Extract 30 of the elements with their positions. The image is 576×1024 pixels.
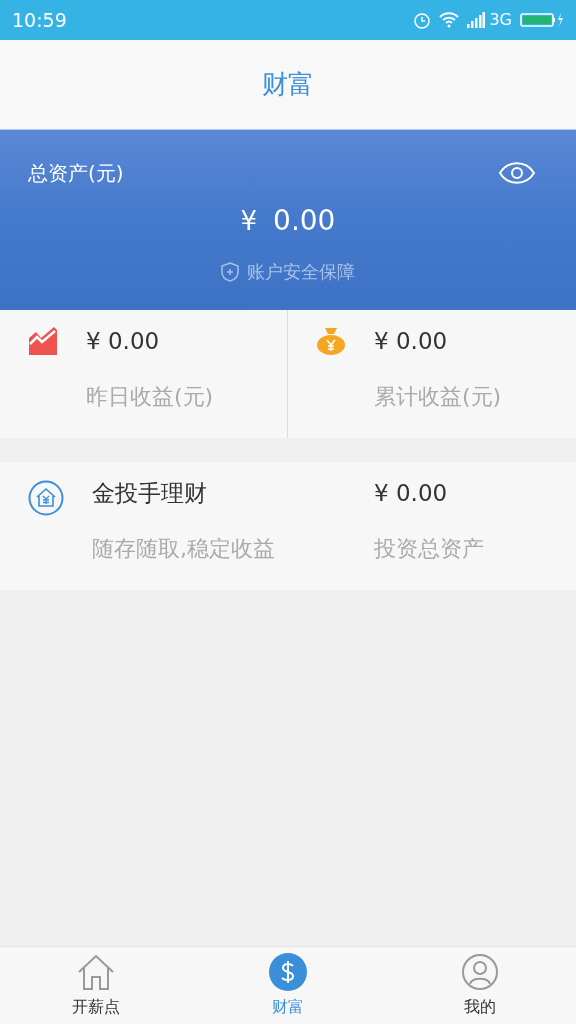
security-note: 账户安全保障: [247, 260, 355, 284]
savings-house-icon: [28, 480, 64, 516]
total-assets-amount: 0.00: [273, 203, 336, 239]
eye-icon[interactable]: [498, 160, 536, 186]
product-row[interactable]: 金投手理财 随存随取,稳定收益 ¥ 0.00 投资总资产: [0, 462, 576, 590]
home-icon: [77, 952, 115, 991]
person-icon: [461, 952, 499, 991]
earnings-label: 昨日收益(元): [86, 383, 214, 411]
tab[interactable]: 开薪点: [0, 947, 192, 1024]
wifi-icon: [439, 12, 460, 28]
earnings-amount: ¥ 0.00: [374, 327, 449, 356]
battery-icon: [520, 12, 564, 28]
network-type: 3G: [489, 9, 512, 31]
investment-amount: ¥ 0.00: [374, 479, 449, 508]
total-assets-label: 总资产(元): [28, 160, 124, 187]
currency-symbol: ¥: [240, 204, 258, 238]
alarm-icon: [413, 11, 432, 29]
shield-icon: [221, 261, 239, 282]
tab[interactable]: 我的: [384, 947, 576, 1024]
chart-icon: [28, 326, 58, 356]
product-description: 随存随取,稳定收益: [92, 535, 276, 563]
signal-icon: [467, 12, 486, 28]
product-name: 金投手理财: [92, 479, 208, 508]
status-time: 10:59: [12, 7, 67, 33]
page-title: 财富: [262, 68, 314, 101]
money-bag-icon: [316, 326, 346, 356]
earnings-amount: ¥ 0.00: [86, 327, 161, 356]
dollar-icon: [269, 952, 307, 991]
investment-label: 投资总资产: [374, 535, 484, 563]
earnings-label: 累计收益(元): [374, 383, 502, 411]
